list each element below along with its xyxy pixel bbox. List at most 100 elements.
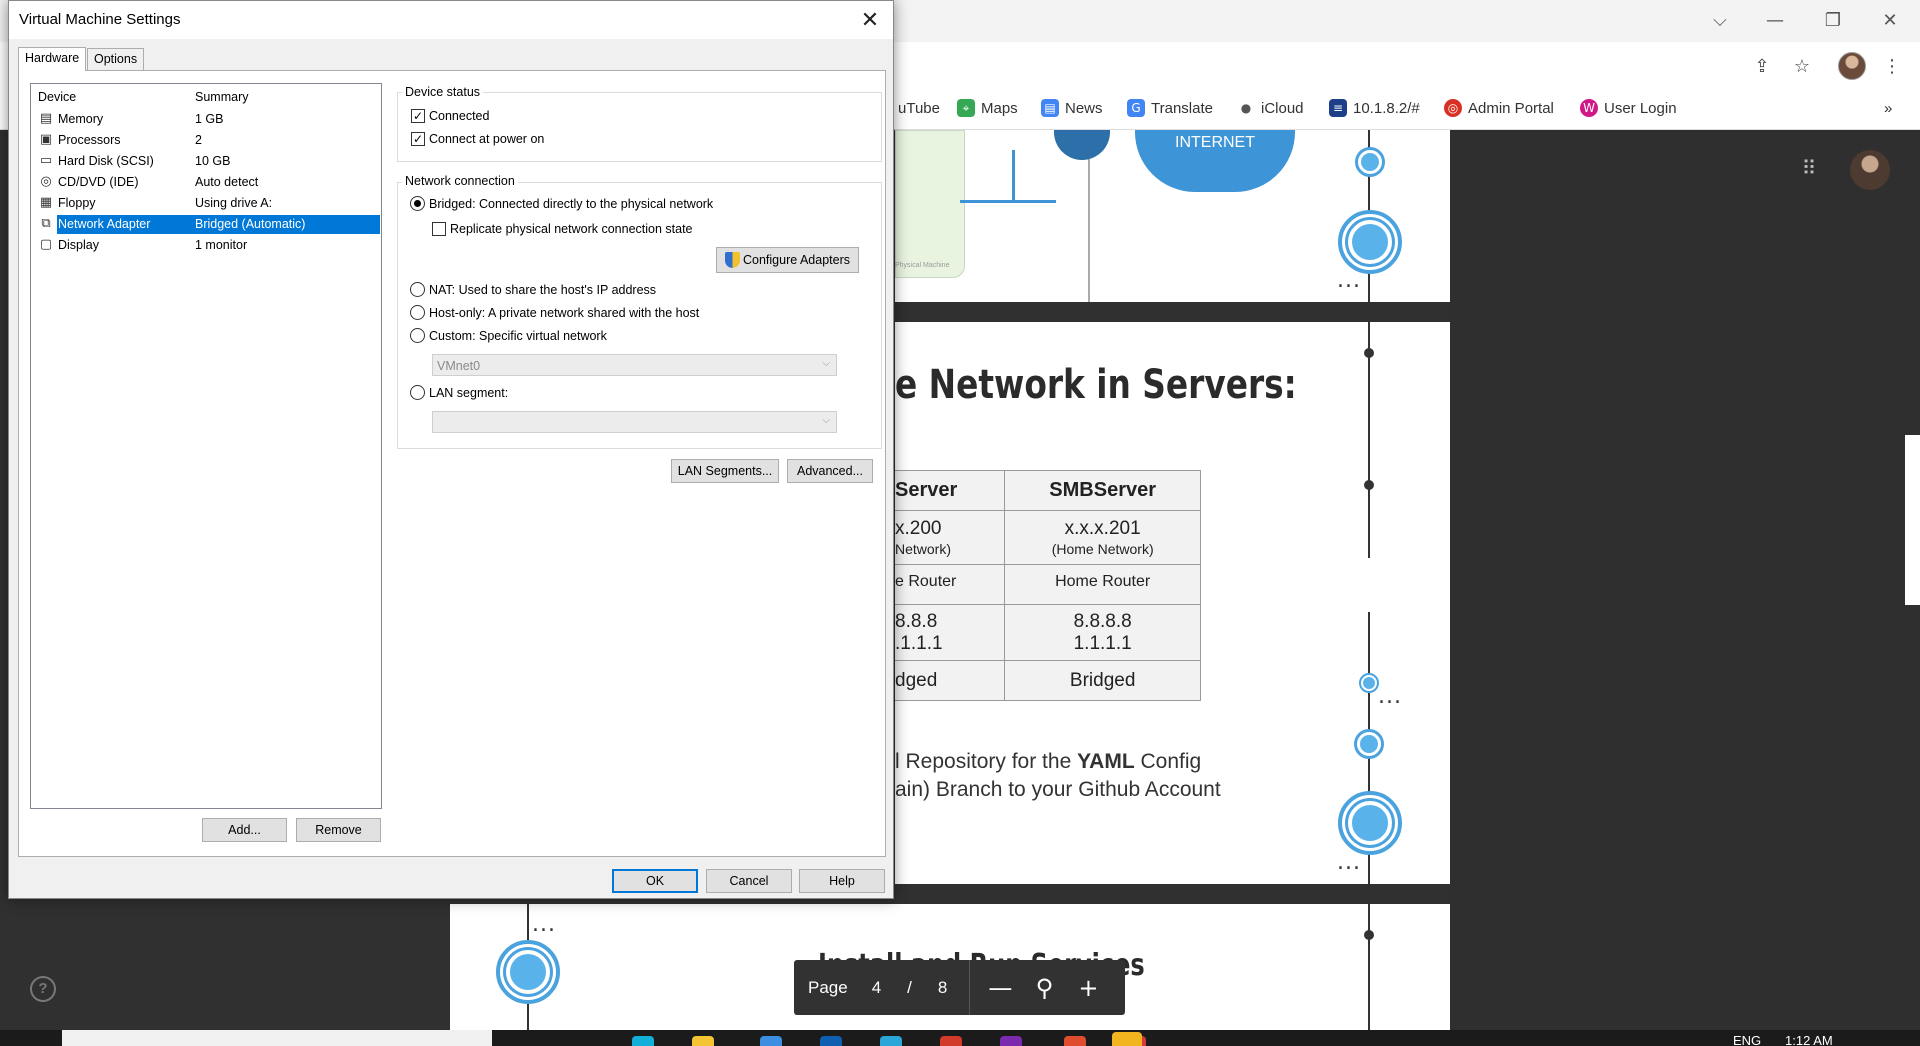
connect-at-power-on-label[interactable]: Connect at power on: [429, 132, 544, 146]
portal-icon: ◎: [1444, 99, 1462, 117]
column-header-summary[interactable]: Summary: [195, 90, 248, 104]
remove-button[interactable]: Remove: [296, 818, 381, 842]
lan-segment-label[interactable]: LAN segment:: [429, 386, 508, 400]
taskbar-app-icon[interactable]: [820, 1036, 842, 1046]
tab-hardware[interactable]: Hardware: [18, 47, 87, 71]
current-page-input[interactable]: 4: [872, 978, 881, 998]
bookmark-maps[interactable]: ⌖ Maps: [957, 96, 1018, 120]
lan-segments-button[interactable]: LAN Segments...: [671, 459, 779, 483]
bookmark-label: User Login: [1604, 99, 1677, 117]
close-icon[interactable]: ✕: [853, 5, 887, 35]
timeline-node-small[interactable]: [1359, 673, 1379, 693]
custom-network-select[interactable]: VMnet0 ⌵: [432, 354, 837, 376]
share-icon[interactable]: ⇪: [1750, 54, 1774, 78]
timeline-line: [1368, 904, 1370, 1030]
device-row-processors[interactable]: ▣ Processors 2: [31, 130, 381, 150]
help-button[interactable]: Help: [799, 869, 885, 893]
timeline-node-small[interactable]: [1354, 729, 1384, 759]
advanced-button[interactable]: Advanced...: [787, 459, 873, 483]
apps-grid-icon[interactable]: ⠿: [1796, 156, 1822, 182]
connected-label[interactable]: Connected: [429, 109, 489, 123]
language-indicator[interactable]: ENG: [1733, 1033, 1761, 1046]
host-only-radio[interactable]: [410, 305, 425, 320]
bookmark-10-1-8-2[interactable]: ≡ 10.1.8.2/#: [1329, 96, 1420, 120]
custom-label[interactable]: Custom: Specific virtual network: [429, 329, 607, 343]
profile-avatar[interactable]: [1838, 52, 1866, 80]
timeline-node-large[interactable]: [496, 940, 560, 1004]
configure-adapters-button[interactable]: Configure Adapters: [716, 247, 859, 273]
timeline-node-large[interactable]: [1338, 791, 1402, 855]
hard-disk-icon: ▭: [39, 153, 53, 168]
slide-heading: e Network in Servers:: [895, 362, 1297, 408]
chevron-down-icon[interactable]: ⌵: [1700, 6, 1740, 34]
zoom-fit-icon[interactable]: ⚲: [1026, 970, 1062, 1006]
taskbar-app-icon[interactable]: [880, 1036, 902, 1046]
taskbar-search[interactable]: [62, 1030, 492, 1046]
timeline-node-large[interactable]: [1338, 210, 1402, 274]
bookmark-icloud[interactable]: ● iCloud: [1237, 96, 1304, 120]
more-menu-icon[interactable]: ⋮: [1880, 54, 1904, 78]
page-avatar[interactable]: [1850, 150, 1890, 190]
device-row-memory[interactable]: ▤ Memory 1 GB: [31, 109, 381, 129]
bridged-label[interactable]: Bridged: Connected directly to the physi…: [429, 197, 713, 211]
more-icon[interactable]: ...: [1337, 268, 1361, 293]
star-icon[interactable]: ☆: [1790, 54, 1814, 78]
cancel-button[interactable]: Cancel: [706, 869, 792, 893]
more-icon[interactable]: ...: [532, 912, 556, 937]
custom-radio[interactable]: [410, 328, 425, 343]
bridged-radio[interactable]: [410, 196, 425, 211]
zoom-out-button[interactable]: —: [982, 970, 1018, 1006]
tab-options[interactable]: Options: [87, 48, 145, 70]
zoom-in-button[interactable]: +: [1070, 970, 1106, 1006]
translate-icon: G: [1127, 99, 1145, 117]
table-cell: dged: [895, 669, 938, 691]
clock[interactable]: 1:12 AM: [1785, 1033, 1833, 1046]
device-row-hard-disk[interactable]: ▭ Hard Disk (SCSI) 10 GB: [31, 151, 381, 171]
nat-label[interactable]: NAT: Used to share the host's IP address: [429, 283, 656, 297]
minimize-button[interactable]: —: [1755, 6, 1795, 34]
nat-radio[interactable]: [410, 282, 425, 297]
lan-segment-radio[interactable]: [410, 385, 425, 400]
device-name: Hard Disk (SCSI): [58, 154, 154, 168]
connect-at-power-on-checkbox[interactable]: ✓: [411, 132, 425, 146]
timeline-node-small[interactable]: [1355, 147, 1385, 177]
dialog-titlebar[interactable]: Virtual Machine Settings ✕: [9, 1, 893, 39]
bookmark-user-login[interactable]: W User Login: [1580, 96, 1677, 120]
device-status-title: Device status: [402, 85, 484, 99]
more-icon[interactable]: ...: [1378, 684, 1402, 709]
close-browser-button[interactable]: ✕: [1870, 6, 1910, 34]
add-button[interactable]: Add...: [202, 818, 287, 842]
connected-checkbox[interactable]: ✓: [411, 109, 425, 123]
taskbar-folder-icon[interactable]: [692, 1036, 714, 1046]
taskbar-active-app-icon[interactable]: [1112, 1032, 1142, 1046]
device-row-network-adapter[interactable]: ⧉ Network Adapter Bridged (Automatic): [31, 214, 381, 234]
restore-button[interactable]: ❐: [1813, 6, 1853, 34]
help-icon[interactable]: ?: [30, 976, 56, 1002]
device-row-floppy[interactable]: ▦ Floppy Using drive A:: [31, 193, 381, 213]
bookmark-news[interactable]: ▤ News: [1041, 96, 1103, 120]
bookmark-admin-portal[interactable]: ◎ Admin Portal: [1444, 96, 1554, 120]
taskbar-mail-icon[interactable]: [940, 1036, 962, 1046]
replicate-state-checkbox[interactable]: [432, 222, 446, 236]
taskbar-app-icon[interactable]: [1064, 1036, 1086, 1046]
ok-button[interactable]: OK: [612, 869, 698, 893]
taskbar-app-icon[interactable]: [1000, 1036, 1022, 1046]
device-row-display[interactable]: ▢ Display 1 monitor: [31, 235, 381, 255]
bookmarks-overflow[interactable]: »: [1884, 96, 1892, 120]
bookmark-youtube[interactable]: uTube: [898, 96, 940, 120]
host-only-label[interactable]: Host-only: A private network shared with…: [429, 306, 699, 320]
pdf-page-toolbar: Page 4 / 8 — ⚲ +: [794, 960, 1125, 1015]
device-name: CD/DVD (IDE): [58, 175, 139, 189]
device-row-cd-dvd[interactable]: ◎ CD/DVD (IDE) Auto detect: [31, 172, 381, 192]
replicate-state-label[interactable]: Replicate physical network connection st…: [450, 222, 693, 236]
more-icon[interactable]: ...: [1337, 850, 1361, 875]
page-scrollbar-thumb[interactable]: [1905, 435, 1920, 605]
bookmark-label: Admin Portal: [1468, 99, 1554, 117]
bookmark-translate[interactable]: G Translate: [1127, 96, 1213, 120]
cd-dvd-icon: ◎: [40, 174, 52, 189]
taskbar-app-icon[interactable]: [760, 1036, 782, 1046]
column-header-device[interactable]: Device: [38, 90, 76, 104]
lan-segment-select[interactable]: ⌵: [432, 411, 837, 433]
taskbar-app-icon[interactable]: [632, 1036, 654, 1046]
bookmark-label: Translate: [1151, 99, 1213, 117]
